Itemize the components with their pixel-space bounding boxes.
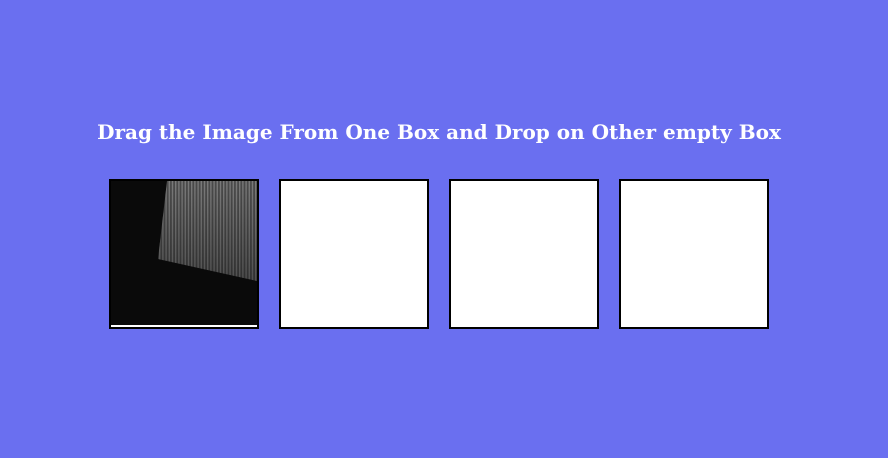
page-title: Drag the Image From One Box and Drop on … (97, 120, 781, 144)
drop-box-3[interactable] (449, 179, 599, 329)
drop-box-1[interactable] (109, 179, 259, 329)
dark-striped-photo (111, 181, 257, 327)
drop-box-2[interactable] (279, 179, 429, 329)
drop-box-row (109, 179, 769, 329)
draggable-image[interactable] (111, 181, 257, 327)
drop-box-4[interactable] (619, 179, 769, 329)
page: Drag the Image From One Box and Drop on … (0, 0, 888, 458)
